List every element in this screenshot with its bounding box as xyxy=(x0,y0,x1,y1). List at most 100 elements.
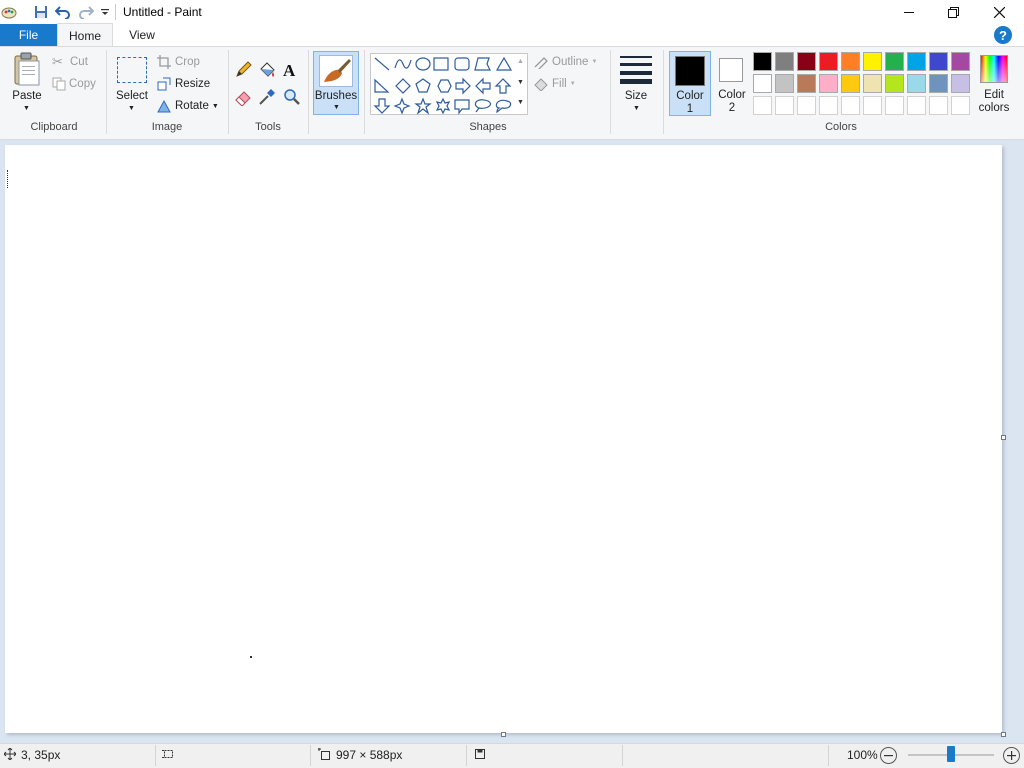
rotate-button[interactable]: Rotate ▼ xyxy=(157,98,221,114)
copy-button[interactable]: Copy xyxy=(52,76,102,92)
palette-swatch[interactable] xyxy=(841,52,860,71)
color2-button[interactable]: Color 2 xyxy=(713,51,751,116)
custom-color-slot[interactable] xyxy=(951,96,970,115)
chevron-down-icon: ▼ xyxy=(211,102,219,110)
paste-button[interactable]: Paste ▼ xyxy=(8,52,46,114)
size-line xyxy=(620,56,652,58)
custom-color-slot[interactable] xyxy=(841,96,860,115)
palette-swatch[interactable] xyxy=(907,52,926,71)
palette-swatch[interactable] xyxy=(929,52,948,71)
resize-handle-bottom[interactable] xyxy=(501,732,506,737)
minimize-button[interactable] xyxy=(886,0,932,24)
color1-button[interactable]: Color 1 xyxy=(669,51,711,116)
tools-group-label: Tools xyxy=(255,121,281,133)
palette-swatch[interactable] xyxy=(753,74,772,93)
palette-swatch[interactable] xyxy=(863,74,882,93)
gallery-expand-icon[interactable]: ▼ xyxy=(517,99,524,106)
zoom-in-button[interactable] xyxy=(1003,747,1020,764)
custom-color-slot[interactable] xyxy=(885,96,904,115)
shapes-gallery: ▲ ▼ ▼ xyxy=(370,53,528,115)
customize-dropdown-icon[interactable] xyxy=(96,3,114,21)
crop-button[interactable]: Crop xyxy=(157,54,207,70)
rect-callout-shape-icon xyxy=(454,99,470,115)
palette-swatch[interactable] xyxy=(951,74,970,93)
size-button[interactable]: Size ▼ xyxy=(616,52,658,114)
palette-swatch[interactable] xyxy=(775,52,794,71)
edit-colors-button[interactable]: Edit colors xyxy=(975,51,1013,116)
restore-button[interactable] xyxy=(930,0,976,24)
magnifier-tool[interactable] xyxy=(283,88,303,108)
resize-button[interactable]: Resize xyxy=(157,76,213,92)
custom-color-slot[interactable] xyxy=(753,96,772,115)
paint-app-icon[interactable] xyxy=(0,3,18,21)
edit-colors-label: Edit xyxy=(984,89,1004,101)
palette-swatch[interactable] xyxy=(819,74,838,93)
palette-swatch[interactable] xyxy=(797,74,816,93)
palette-swatch[interactable] xyxy=(885,74,904,93)
file-size-icon xyxy=(474,748,486,760)
custom-color-slot[interactable] xyxy=(929,96,948,115)
color1-number: 1 xyxy=(686,103,694,115)
custom-color-slot[interactable] xyxy=(863,96,882,115)
fill-label: Fill xyxy=(552,78,567,90)
select-button[interactable]: Select ▼ xyxy=(113,52,151,114)
palette-swatch[interactable] xyxy=(885,52,904,71)
tab-view[interactable]: View xyxy=(116,24,168,46)
brushes-button[interactable]: Brushes ▼ xyxy=(313,51,359,115)
palette-swatch[interactable] xyxy=(907,74,926,93)
resize-handle-right[interactable] xyxy=(1001,435,1006,440)
eraser-tool[interactable] xyxy=(234,88,254,108)
cut-button[interactable]: ✂ Cut xyxy=(52,54,98,70)
text-icon[interactable]: A xyxy=(283,61,303,81)
selection-size-icon xyxy=(162,748,174,760)
color-palette xyxy=(753,52,973,118)
custom-color-slot[interactable] xyxy=(819,96,838,115)
polygon-shape-icon xyxy=(474,57,491,71)
palette-swatch[interactable] xyxy=(819,52,838,71)
rotate-label: Rotate xyxy=(175,100,209,112)
line-shape-icon xyxy=(374,57,390,71)
gallery-down-icon[interactable]: ▼ xyxy=(517,79,524,86)
outline-label: Outline xyxy=(552,56,589,68)
chevron-down-icon: ▼ xyxy=(633,105,640,112)
fill-button[interactable]: Fill ▼ xyxy=(533,76,585,92)
ribbon-separator xyxy=(610,50,611,134)
left-arrow-shape-icon xyxy=(475,77,491,95)
gallery-up-icon[interactable]: ▲ xyxy=(517,58,524,65)
palette-swatch[interactable] xyxy=(753,52,772,71)
color-picker-tool[interactable] xyxy=(258,88,278,108)
pencil-tool[interactable] xyxy=(234,61,254,81)
paste-label: Paste xyxy=(12,90,42,102)
custom-color-slot[interactable] xyxy=(797,96,816,115)
ribbon-separator xyxy=(364,50,365,134)
up-arrow-shape-icon xyxy=(494,78,512,94)
tab-file[interactable]: File xyxy=(0,24,57,46)
palette-swatch[interactable] xyxy=(797,52,816,71)
tab-home[interactable]: Home xyxy=(57,23,113,47)
six-point-star-shape-icon xyxy=(435,97,451,115)
palette-swatch[interactable] xyxy=(951,52,970,71)
resize-handle-corner[interactable] xyxy=(1001,732,1006,737)
custom-color-slot[interactable] xyxy=(907,96,926,115)
custom-color-slot[interactable] xyxy=(775,96,794,115)
canvas-size-icon xyxy=(318,748,330,760)
fill-tool[interactable] xyxy=(258,61,278,81)
cursor-position: 3, 35px xyxy=(21,748,61,762)
palette-swatch[interactable] xyxy=(929,74,948,93)
clipboard-icon xyxy=(14,52,40,86)
zoom-slider-thumb[interactable] xyxy=(947,746,955,762)
help-icon[interactable]: ? xyxy=(994,26,1012,44)
undo-icon[interactable] xyxy=(54,3,72,21)
zoom-out-button[interactable] xyxy=(880,747,897,764)
selection-marker xyxy=(7,170,8,188)
outline-button[interactable]: Outline ▼ xyxy=(533,54,605,70)
palette-swatch[interactable] xyxy=(863,52,882,71)
drawing-canvas[interactable] xyxy=(5,145,1002,733)
palette-swatch[interactable] xyxy=(841,74,860,93)
close-button[interactable] xyxy=(976,0,1022,24)
redo-icon[interactable] xyxy=(77,3,95,21)
diamond-shape-icon xyxy=(395,78,411,94)
save-icon[interactable] xyxy=(32,3,50,21)
eraser-icon xyxy=(235,91,251,107)
palette-swatch[interactable] xyxy=(775,74,794,93)
